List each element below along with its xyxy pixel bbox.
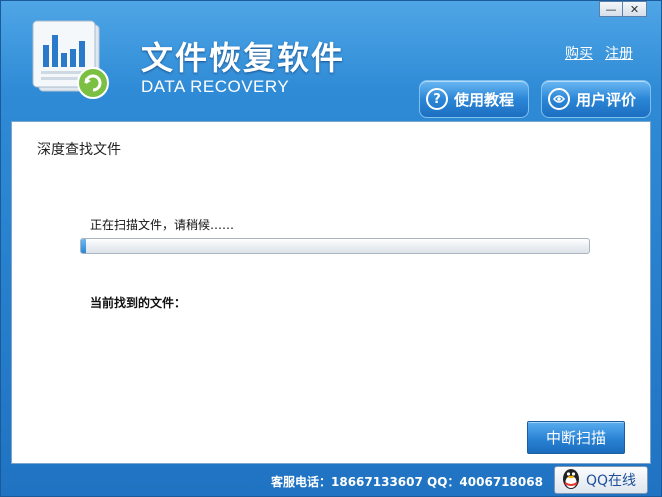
stop-scan-button[interactable]: 中断扫描 xyxy=(527,421,625,454)
tutorial-button-label: 使用教程 xyxy=(454,90,515,109)
help-icon: ? xyxy=(426,88,448,110)
tutorial-button[interactable]: ? 使用教程 xyxy=(419,80,529,118)
buy-link[interactable]: 购买 xyxy=(565,43,593,63)
user-review-label: 用户评价 xyxy=(576,90,637,109)
found-files-label: 当前找到的文件： xyxy=(90,296,187,310)
qq-online-button[interactable]: QQ在线 xyxy=(554,466,648,494)
app-title: 文件恢复软件 xyxy=(141,39,346,77)
support-info: 客服电话：18667133607 QQ：4006718068 xyxy=(271,475,543,489)
minimize-button[interactable]: — xyxy=(599,1,623,17)
top-links: 购买 注册 xyxy=(565,43,633,63)
app-subtitle: DATA RECOVERY xyxy=(141,77,290,96)
app-logo-icon xyxy=(31,19,115,105)
main-panel: 深度查找文件 正在扫描文件，请稍候…… 当前找到的文件： 中断扫描 xyxy=(11,121,651,464)
scan-progress-bar xyxy=(80,238,590,254)
app-window: — ✕ 文件恢复软件 DATA RECOVERY 购买 注册 ? 使用教程 用户… xyxy=(0,0,662,497)
section-title: 深度查找文件 xyxy=(37,142,121,158)
scan-status-text: 正在扫描文件，请稍候…… xyxy=(90,218,235,232)
register-link[interactable]: 注册 xyxy=(605,43,633,63)
progress-fill xyxy=(81,239,87,253)
qq-penguin-icon xyxy=(559,466,583,494)
window-controls: — ✕ xyxy=(599,1,647,17)
user-review-button[interactable]: 用户评价 xyxy=(541,80,651,118)
close-button[interactable]: ✕ xyxy=(623,1,647,17)
qq-online-label: QQ在线 xyxy=(586,473,637,489)
review-icon xyxy=(548,88,570,110)
